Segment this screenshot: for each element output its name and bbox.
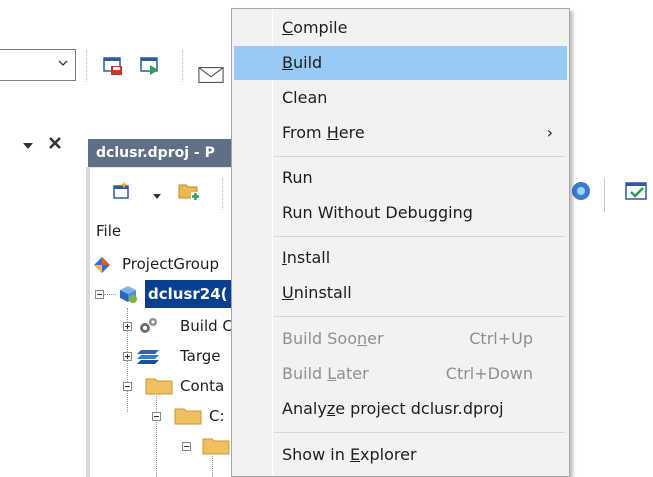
menu-item-build-sooner[interactable]: Build Sooner Ctrl+Up bbox=[234, 322, 567, 356]
menu-item-label: From Here bbox=[282, 123, 365, 142]
run-window-button[interactable] bbox=[137, 53, 163, 79]
tree-node-label: Build C bbox=[180, 317, 233, 335]
tree-connector bbox=[212, 456, 213, 477]
collapse-toggle[interactable] bbox=[152, 412, 161, 421]
menu-item-label: Analyze project dclusr.dproj bbox=[282, 399, 504, 418]
window-check-icon bbox=[625, 182, 647, 200]
toolbar-separator bbox=[604, 178, 605, 212]
expand-toggle[interactable] bbox=[123, 322, 132, 331]
configuration-combo[interactable] bbox=[0, 49, 76, 81]
dependency-button[interactable] bbox=[570, 180, 592, 206]
network-icon bbox=[572, 182, 590, 200]
window-run-icon bbox=[140, 57, 158, 75]
project-tree: ProjectGroup dclusr24( Build C Targe Con… bbox=[90, 250, 240, 477]
menu-item-shortcut: Ctrl+Down bbox=[445, 364, 533, 383]
panel-dropdown-icon[interactable] bbox=[22, 139, 34, 155]
menu-item-compile[interactable]: Compile bbox=[234, 11, 567, 45]
menu-separator bbox=[274, 316, 565, 317]
menu-item-build-later[interactable]: Build Later Ctrl+Down bbox=[234, 357, 567, 391]
close-icon[interactable] bbox=[48, 136, 62, 154]
submenu-arrow-icon: › bbox=[546, 123, 553, 142]
tree-connector bbox=[156, 396, 157, 477]
menu-item-from-here[interactable]: From Here › bbox=[234, 116, 567, 150]
tree-node-label: C: bbox=[209, 407, 225, 425]
menu-item-label: Uninstall bbox=[282, 283, 352, 302]
add-folder-icon bbox=[178, 184, 200, 201]
new-window-icon bbox=[113, 181, 129, 199]
menu-item-analyze-project[interactable]: Analyze project dclusr.dproj bbox=[234, 392, 567, 426]
folder-icon bbox=[174, 408, 202, 425]
tree-node-label: dclusr24( bbox=[145, 280, 231, 308]
toolbar-separator bbox=[182, 50, 183, 82]
menu-item-build[interactable]: Build bbox=[234, 46, 567, 80]
expand-toggle[interactable] bbox=[123, 352, 132, 361]
menu-item-label: Build Later bbox=[282, 364, 369, 383]
menu-item-run[interactable]: Run bbox=[234, 161, 567, 195]
menu-item-label: Install bbox=[282, 248, 331, 267]
save-window-icon bbox=[103, 57, 122, 75]
menu-item-label: Clean bbox=[282, 88, 328, 107]
menu-item-label: Compile bbox=[282, 18, 348, 37]
toolbar-separator bbox=[86, 50, 87, 82]
chevron-down-icon bbox=[153, 194, 161, 199]
gears-icon bbox=[140, 318, 157, 333]
folder-icon bbox=[202, 438, 230, 455]
menu-item-label: Run bbox=[282, 168, 313, 187]
menu-item-show-in-explorer[interactable]: Show in Explorer bbox=[234, 438, 567, 472]
menu-item-shortcut: Ctrl+Up bbox=[469, 329, 533, 348]
project-group-icon bbox=[94, 257, 110, 273]
add-folder-button[interactable] bbox=[176, 178, 202, 204]
menu-item-label: Build bbox=[282, 53, 323, 72]
menu-separator bbox=[274, 156, 565, 157]
new-item-dropdown[interactable] bbox=[152, 187, 162, 205]
menu-item-label: Build Sooner bbox=[282, 329, 384, 348]
file-column-header: File bbox=[96, 222, 122, 240]
menu-item-clean[interactable]: Clean bbox=[234, 81, 567, 115]
menu-item-label: Run Without Debugging bbox=[282, 203, 473, 222]
message-button[interactable] bbox=[198, 62, 224, 88]
tree-node-label: ProjectGroup bbox=[122, 255, 219, 273]
project-cube-icon bbox=[120, 286, 137, 303]
menu-item-uninstall[interactable]: Uninstall bbox=[234, 276, 567, 310]
envelope-icon bbox=[198, 67, 224, 83]
tree-connector bbox=[104, 294, 116, 295]
panel-divider bbox=[90, 167, 240, 168]
menu-item-label: Show in Explorer bbox=[282, 445, 417, 464]
new-item-button[interactable] bbox=[108, 178, 134, 204]
tree-node-label: Conta bbox=[180, 377, 225, 395]
layers-icon bbox=[137, 350, 159, 364]
menu-separator bbox=[274, 432, 565, 433]
menu-item-run-without-debugging[interactable]: Run Without Debugging bbox=[234, 196, 567, 230]
context-menu: Compile Build Clean From Here › Run Run … bbox=[231, 8, 570, 477]
menu-separator bbox=[274, 236, 565, 237]
collapse-toggle[interactable] bbox=[95, 290, 104, 299]
toolbar-separator bbox=[222, 178, 223, 210]
folder-icon bbox=[145, 378, 173, 395]
check-window-button[interactable] bbox=[624, 180, 650, 208]
project-panel-title: dclusr.dproj - P bbox=[88, 139, 248, 167]
save-window-button[interactable] bbox=[100, 53, 126, 79]
menu-item-install[interactable]: Install bbox=[234, 241, 567, 275]
collapse-toggle[interactable] bbox=[182, 442, 191, 451]
collapse-toggle[interactable] bbox=[123, 382, 132, 391]
chevron-down-icon bbox=[58, 60, 68, 66]
tree-node-label: Targe bbox=[180, 347, 221, 365]
